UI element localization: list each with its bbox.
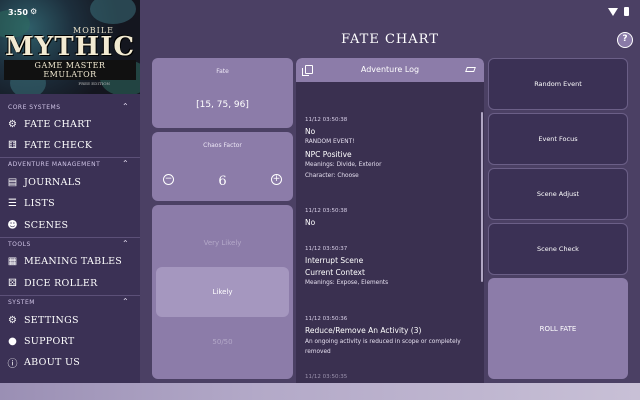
log-timestamp: 11/12 03:50:36 [305, 316, 348, 322]
sidebar-item-fate-chart[interactable]: ⚙ FATE CHART [7, 115, 135, 133]
log-meanings: Meanings: Expose, Elements [305, 280, 389, 286]
log-meanings: Meanings: Divide, Exterior [305, 162, 382, 168]
section-label: TOOLS [8, 241, 31, 248]
odds-picker[interactable]: Very Likely Likely 50/50 [152, 205, 293, 379]
fate-caption: Fate [216, 68, 229, 75]
section-label: ADVENTURE MANAGEMENT [8, 161, 101, 168]
support-icon: ● [8, 335, 17, 347]
log-focus: NPC Positive [305, 150, 352, 159]
log-timestamp: 11/12 03:50:37 [305, 246, 348, 252]
dice-pair-icon: ⚄ [8, 277, 17, 289]
log-focus: Current Context [305, 268, 365, 277]
log-title: Adventure Log [360, 65, 420, 74]
log-timestamp: 11/12 03:50:38 [305, 117, 348, 123]
log-header: Adventure Log [296, 58, 484, 82]
sidebar-item-label: SETTINGS [24, 314, 79, 326]
odds-option[interactable]: Very Likely [152, 239, 293, 247]
divider [0, 157, 140, 158]
sidebar-item-support[interactable]: ● SUPPORT [7, 332, 135, 350]
fate-value: [15, 75, 96] [196, 100, 249, 110]
log-timestamp: 11/12 03:50:35 [305, 374, 348, 380]
info-icon: ⓘ [7, 358, 18, 370]
status-bar: 3:50 ⚙ [0, 0, 640, 24]
dice-icon: ⚅ [8, 139, 17, 151]
chevron-up-icon[interactable]: ⌃ [122, 159, 129, 168]
table-icon: ▦ [7, 255, 18, 267]
section-tools[interactable]: TOOLS ⌃ [8, 239, 129, 248]
adventure-log[interactable]: Adventure Log 11/12 03:50:38 No RANDOM E… [296, 58, 484, 383]
odds-option-selected[interactable]: Likely [152, 288, 293, 296]
battery-icon [624, 7, 629, 16]
log-timestamp: 11/12 03:50:38 [305, 208, 348, 214]
gear-icon: ⚙ [30, 7, 38, 16]
sidebar-item-about-us[interactable]: ⓘ ABOUT US [7, 353, 135, 371]
section-system[interactable]: SYSTEM ⌃ [8, 297, 129, 306]
sidebar-item-label: LISTS [24, 197, 55, 209]
sidebar-item-label: FATE CHECK [24, 139, 93, 151]
cog-icon: ⚙ [8, 118, 17, 130]
page-title: FATE CHART [341, 32, 439, 47]
status-time: 3:50 [8, 8, 28, 17]
scene-check-button[interactable]: Scene Check [488, 223, 628, 275]
sidebar-item-label: FATE CHART [24, 118, 92, 130]
divider [0, 295, 140, 296]
chaos-caption: Chaos Factor [203, 142, 242, 149]
sidebar: MOBILE MYTHIC GAME MASTER EMULATOR FREE … [0, 0, 140, 383]
random-event-button[interactable]: Random Event [488, 58, 628, 110]
log-result: Reduce/Remove An Activity (3) [305, 326, 422, 335]
section-core-systems[interactable]: CORE SYSTEMS ⌃ [8, 102, 129, 111]
log-result: Interrupt Scene [305, 256, 364, 265]
section-adventure-management[interactable]: ADVENTURE MANAGEMENT ⌃ [8, 159, 129, 168]
help-icon[interactable]: ? [617, 32, 633, 48]
log-description: An ongoing activity is reduced in scope … [305, 339, 461, 355]
plus-icon[interactable]: + [271, 174, 282, 185]
eraser-icon[interactable] [465, 67, 476, 72]
event-focus-button[interactable]: Event Focus [488, 113, 628, 165]
log-event: RANDOM EVENT! [305, 139, 355, 145]
roll-fate-button[interactable]: ROLL FATE [488, 278, 628, 379]
divider [0, 237, 140, 238]
sidebar-item-dice-roller[interactable]: ⚄ DICE ROLLER [7, 274, 135, 292]
sidebar-item-journals[interactable]: ▤ JOURNALS [7, 173, 135, 191]
sidebar-item-settings[interactable]: ⚙ SETTINGS [7, 311, 135, 329]
wifi-icon [608, 8, 618, 16]
chevron-up-icon[interactable]: ⌃ [122, 102, 129, 111]
list-icon: ☰ [8, 197, 17, 209]
sidebar-item-label: SCENES [24, 219, 69, 231]
section-label: CORE SYSTEMS [8, 104, 61, 111]
log-result: No [305, 218, 316, 227]
sidebar-item-meaning-tables[interactable]: ▦ MEANING TABLES [7, 252, 135, 270]
chaos-factor-card: Chaos Factor − 6 + [152, 132, 293, 201]
log-scrollbar[interactable] [481, 112, 483, 282]
section-label: SYSTEM [8, 299, 35, 306]
book-icon: ▤ [7, 176, 18, 188]
sidebar-item-label: SUPPORT [24, 335, 75, 347]
chevron-up-icon[interactable]: ⌃ [122, 239, 129, 248]
mythic-logo: MOBILE MYTHIC GAME MASTER EMULATOR FREE … [4, 26, 136, 86]
sidebar-item-label: MEANING TABLES [24, 255, 123, 267]
fate-card[interactable]: Fate [15, 75, 96] [152, 58, 293, 128]
sidebar-item-label: JOURNALS [24, 176, 82, 188]
bottom-bar [0, 383, 640, 400]
sidebar-item-fate-check[interactable]: ⚅ FATE CHECK [7, 136, 135, 154]
sidebar-item-scenes[interactable]: ☻ SCENES [7, 216, 135, 234]
settings-icon: ⚙ [8, 314, 17, 326]
log-result: No [305, 127, 316, 136]
odds-option[interactable]: 50/50 [152, 338, 293, 346]
sidebar-item-lists[interactable]: ☰ LISTS [7, 194, 135, 212]
sidebar-item-label: DICE ROLLER [24, 277, 98, 289]
theater-masks-icon: ☻ [7, 219, 18, 231]
sidebar-item-label: ABOUT US [24, 356, 81, 368]
chevron-up-icon[interactable]: ⌃ [122, 297, 129, 306]
log-character: Character: Choose [305, 173, 359, 179]
scene-adjust-button[interactable]: Scene Adjust [488, 168, 628, 220]
